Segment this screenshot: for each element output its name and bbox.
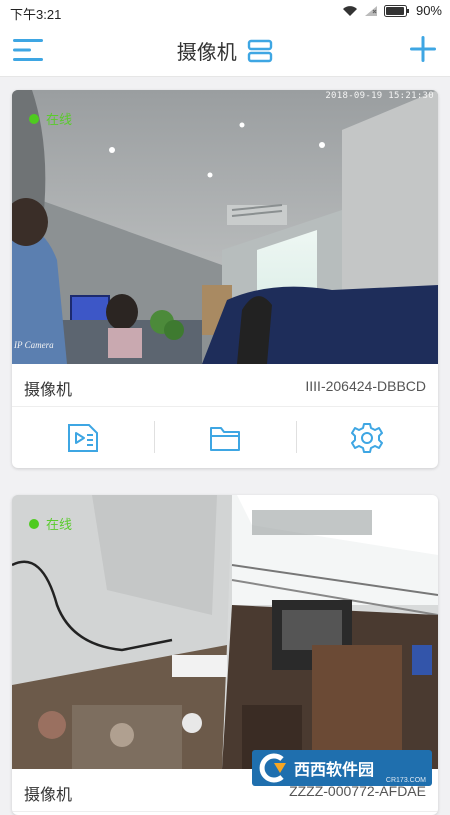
- wifi-icon: [342, 5, 357, 16]
- camera-info-row[interactable]: 摄像机 IIII-206424-DBBCD: [12, 364, 438, 407]
- status-bar: 下午3:21 90%: [0, 0, 450, 24]
- page-title: 摄像机: [176, 42, 237, 64]
- status-icons: 90%: [342, 3, 442, 18]
- layout-toggle-icon[interactable]: [247, 39, 273, 63]
- playback-button[interactable]: [12, 407, 154, 468]
- status-time: 下午3:21: [10, 7, 62, 22]
- app-bar: 摄像机: [0, 24, 450, 77]
- online-label: 在线: [46, 517, 73, 532]
- camera-feed-image: [12, 90, 438, 364]
- playback-icon: [68, 423, 98, 452]
- watermark-logo-icon: [259, 753, 286, 783]
- watermark-subtext: CR173.COM: [385, 777, 426, 784]
- online-status: 在线: [29, 109, 72, 128]
- folder-icon: [210, 426, 240, 451]
- camera-name: 摄像机: [24, 382, 73, 399]
- camera-feed[interactable]: 在线 2018-09-19 15:21:30 IP Camera: [12, 90, 438, 364]
- camera-actions: [12, 407, 438, 468]
- battery-percent: 90%: [415, 3, 442, 18]
- files-button[interactable]: [154, 407, 296, 468]
- settings-button[interactable]: [296, 407, 438, 468]
- watermark-text: 西西软件园: [294, 762, 375, 779]
- signal-icon: [364, 5, 377, 16]
- online-dot-icon: [29, 113, 39, 124]
- online-status: 在线: [29, 514, 72, 533]
- site-watermark: 西西软件园 CR173.COM: [252, 750, 432, 786]
- feed-timestamp: 2018-09-19 15:21:30: [325, 91, 434, 101]
- online-dot-icon: [29, 518, 39, 529]
- gear-icon: [351, 422, 383, 453]
- camera-name: 摄像机: [24, 787, 73, 804]
- camera-card: 在线 2018-09-19 15:21:30 IP Camera 摄像机 III…: [12, 90, 438, 468]
- camera-device-id: IIII-206424-DBBCD: [305, 378, 426, 394]
- battery-icon: [383, 4, 409, 17]
- title-group: 摄像机: [0, 36, 450, 65]
- camera-feed[interactable]: 在线: [12, 495, 438, 769]
- add-icon[interactable]: [408, 34, 438, 64]
- camera-feed-image: [12, 495, 438, 769]
- feed-overlay-label: IP Camera: [14, 340, 54, 350]
- online-label: 在线: [46, 112, 73, 127]
